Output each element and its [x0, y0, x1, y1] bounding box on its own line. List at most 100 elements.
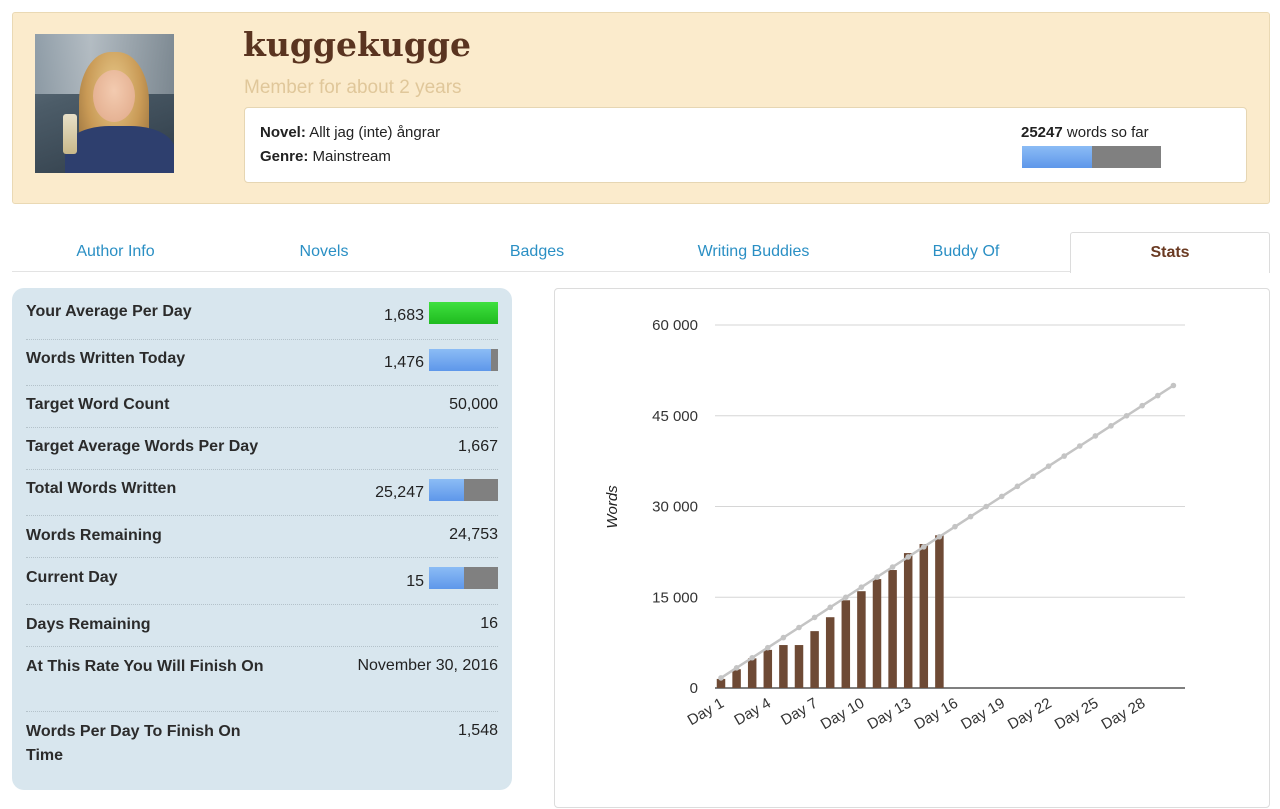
chart-bar — [857, 591, 866, 688]
chart-bar — [794, 645, 804, 688]
chart-bar — [763, 649, 773, 688]
target-point — [749, 654, 755, 661]
tab-stats[interactable]: Stats — [1070, 232, 1270, 273]
target-point — [1061, 453, 1067, 459]
target-point — [1155, 392, 1161, 399]
stat-value: 1,683 — [383, 307, 424, 324]
stat-value: 1,667 — [457, 438, 498, 455]
tab-novels[interactable]: Novels — [219, 232, 429, 272]
stat-value: 1,476 — [383, 354, 424, 371]
word-progress-fill — [1022, 146, 1093, 168]
target-point — [1123, 412, 1130, 419]
x-tick-label: Day 25 — [1052, 695, 1102, 733]
x-tick-label: Day 19 — [958, 695, 1008, 733]
target-point — [1045, 463, 1052, 469]
chart-bar — [841, 600, 851, 688]
chart-bar — [872, 579, 882, 688]
profile-header: kuggekugge Member for about 2 years Nove… — [12, 12, 1270, 204]
stat-row: Target Average Words Per Day 1,667 — [26, 428, 498, 470]
chart-bar — [903, 553, 913, 688]
stat-label: Target Average Words Per Day — [26, 438, 259, 455]
stat-row: Days Remaining 16 — [26, 605, 498, 647]
chart-bar — [779, 645, 788, 688]
stat-row: At This Rate You Will Finish On November… — [26, 647, 498, 712]
stat-value: 1,548 — [457, 722, 498, 739]
target-point — [827, 604, 833, 611]
target-point — [1108, 423, 1114, 429]
total-bar — [429, 479, 498, 501]
y-tick-label: 30 000 — [652, 499, 698, 516]
stat-label: Words Remaining — [26, 527, 162, 544]
tab-buddy-of[interactable]: Buddy Of — [862, 232, 1070, 272]
today-bar-fill — [429, 349, 492, 371]
stat-value: 16 — [480, 615, 498, 632]
genre-value: Mainstream — [312, 148, 391, 165]
words-count: 25247 — [1021, 124, 1063, 141]
tab-writing-buddies[interactable]: Writing Buddies — [645, 232, 862, 272]
target-point — [718, 675, 724, 681]
chart-bar — [935, 535, 944, 688]
x-tick-label: Day 13 — [865, 695, 915, 733]
member-since: Member for about 2 years — [244, 77, 462, 98]
stat-label: Words Written Today — [26, 350, 186, 367]
target-point — [936, 533, 943, 540]
target-point — [1014, 483, 1021, 490]
novel-label: Novel: — [260, 124, 306, 141]
novel-line: Novel: Allt jag (inte) ångrar — [260, 124, 440, 141]
stat-value: 24,753 — [449, 526, 498, 543]
genre-label: Genre: — [260, 148, 309, 165]
avatar[interactable] — [35, 34, 174, 173]
stat-label: Total Words Written — [26, 480, 177, 497]
target-point — [811, 614, 818, 621]
chart-bar — [888, 570, 897, 688]
target-point — [1077, 443, 1083, 449]
stat-row: Current Day 15 — [26, 558, 498, 605]
stat-label: At This Rate You Will Finish On — [26, 658, 264, 675]
x-tick-label: Day 16 — [911, 695, 961, 733]
stat-row: Words Per Day To Finish On Time 1,548 — [26, 712, 498, 778]
profile-tabs: Author Info Novels Badges Writing Buddie… — [12, 232, 1270, 273]
y-axis-label: Words — [604, 485, 621, 529]
avatar-face — [93, 70, 135, 122]
target-point — [858, 584, 865, 590]
y-tick-label: 15 000 — [652, 589, 698, 606]
chart-bar — [825, 617, 835, 688]
stat-value: 25,247 — [375, 484, 424, 501]
tab-badges[interactable]: Badges — [429, 232, 645, 272]
stat-value: November 30, 2016 — [357, 657, 498, 674]
target-point — [905, 554, 911, 560]
x-tick-label: Day 22 — [1005, 695, 1055, 733]
stat-row: Words Written Today 1,476 — [26, 340, 498, 386]
novel-title[interactable]: Allt jag (inte) ångrar — [309, 124, 440, 141]
target-point — [1139, 402, 1145, 409]
target-point — [765, 644, 771, 651]
target-line — [720, 384, 1175, 679]
y-tick-label: 45 000 — [652, 408, 698, 425]
average-bar-fill — [429, 302, 498, 324]
target-point — [1092, 433, 1099, 439]
username: kuggekugge — [243, 25, 472, 64]
target-point — [733, 665, 740, 671]
x-tick-label: Day 4 — [731, 695, 773, 729]
stats-chart: 0 15 000 30 000 45 000 60 000 Words Day 1 Day 4… — [554, 288, 1270, 808]
chart-bar — [810, 631, 819, 688]
avatar-glass — [63, 114, 77, 154]
stat-row: Target Word Count 50,000 — [26, 386, 498, 428]
target-point — [889, 564, 896, 570]
target-point — [1030, 473, 1036, 480]
stat-value: 50,000 — [449, 396, 498, 413]
chart-svg: 0 15 000 30 000 45 000 60 000 Words Day 1 Day 4… — [604, 317, 1185, 733]
target-point — [780, 634, 787, 641]
day-bar-fill — [429, 567, 464, 589]
tab-author-info[interactable]: Author Info — [12, 232, 219, 272]
day-bar — [429, 567, 498, 589]
avatar-body — [65, 126, 174, 173]
stat-row: Total Words Written 25,247 — [26, 470, 498, 516]
y-tick-label: 60 000 — [652, 317, 698, 334]
target-point — [952, 523, 958, 530]
target-point — [999, 493, 1005, 500]
today-bar — [429, 349, 498, 371]
stats-panel: Your Average Per Day 1,683 Words Written… — [12, 288, 512, 790]
target-point — [983, 503, 989, 510]
x-tick-label: Day 10 — [818, 695, 868, 733]
